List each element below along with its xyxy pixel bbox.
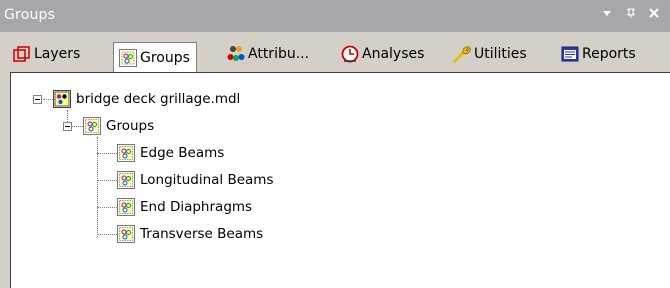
- tree-item-longitudinal-beams[interactable]: Longitudinal Beams: [117, 169, 273, 191]
- utilities-icon: [452, 44, 472, 64]
- tree-connector: [97, 234, 117, 235]
- tab-label: Utilities: [474, 46, 527, 62]
- tree-connector: [97, 153, 117, 154]
- tab-label: Analyses: [362, 46, 425, 62]
- model-file-icon: [53, 90, 71, 108]
- tab-attributes[interactable]: Attribu...: [226, 40, 309, 68]
- panel-title: Groups: [4, 7, 56, 23]
- pin-icon[interactable]: [625, 7, 637, 22]
- tree-connector: [97, 207, 117, 208]
- tab-groups[interactable]: Groups: [113, 42, 197, 72]
- tree-item-label: End Diaphragms: [140, 199, 253, 215]
- root-collapse-toggle[interactable]: [33, 95, 42, 104]
- tree-root-node[interactable]: bridge deck grillage.mdl: [53, 88, 240, 110]
- tab-analyses[interactable]: Analyses: [340, 40, 424, 68]
- panel-titlebar: Groups: [0, 0, 670, 32]
- tab-layers[interactable]: Layers: [12, 40, 80, 68]
- tree-groups-label: Groups: [106, 118, 155, 134]
- groups-tree-panel: bridge deck grillage.mdl Groups Edge Bea…: [10, 72, 670, 288]
- layers-icon: [12, 44, 32, 64]
- tree-root-label: bridge deck grillage.mdl: [76, 91, 241, 107]
- tree-item-edge-beams[interactable]: Edge Beams: [117, 142, 224, 164]
- group-icon: [117, 198, 135, 216]
- attributes-icon: [226, 44, 246, 64]
- groups-icon: [118, 48, 138, 68]
- tab-label: Reports: [582, 46, 636, 62]
- close-icon[interactable]: [648, 7, 660, 22]
- tree-item-label: Transverse Beams: [140, 226, 264, 242]
- tree-item-label: Longitudinal Beams: [140, 172, 274, 188]
- dropdown-icon[interactable]: [601, 7, 613, 22]
- group-icon: [83, 117, 101, 135]
- tab-label: Layers: [34, 46, 81, 62]
- tree-connector: [97, 180, 117, 181]
- tree-connector: [97, 137, 98, 237]
- group-icon: [117, 225, 135, 243]
- group-icon: [117, 171, 135, 189]
- analyses-icon: [340, 44, 360, 64]
- tree-groups-node[interactable]: Groups: [83, 115, 154, 137]
- tab-strip: Layers Groups Attribu... Analyses Utilit…: [0, 32, 670, 72]
- tree-item-label: Edge Beams: [140, 145, 225, 161]
- tree-item-transverse-beams[interactable]: Transverse Beams: [117, 223, 263, 245]
- tree-item-end-diaphragms[interactable]: End Diaphragms: [117, 196, 252, 218]
- tab-label: Attribu...: [248, 46, 310, 62]
- reports-icon: [560, 44, 580, 64]
- tab-label: Groups: [140, 49, 190, 66]
- tab-reports[interactable]: Reports: [560, 40, 636, 68]
- groups-collapse-toggle[interactable]: [63, 122, 72, 131]
- tab-utilities[interactable]: Utilities: [452, 40, 527, 68]
- group-icon: [117, 144, 135, 162]
